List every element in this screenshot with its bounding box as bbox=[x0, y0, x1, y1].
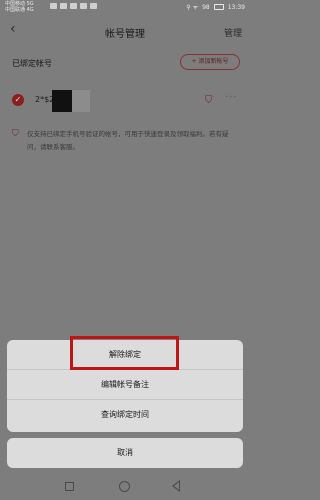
redaction-block bbox=[72, 90, 90, 112]
home-icon[interactable] bbox=[119, 481, 130, 492]
status-icons bbox=[50, 3, 97, 9]
shield-icon[interactable]: ⛉ bbox=[205, 95, 215, 107]
highlight-box bbox=[70, 336, 179, 370]
notification-icon bbox=[70, 3, 77, 9]
signal-icon: ⚲ ᯤ bbox=[186, 4, 199, 11]
system-nav-bar bbox=[0, 475, 250, 500]
account-row[interactable]: ✓ 2*$2 ⛉ ··· bbox=[0, 88, 250, 114]
notification-icon bbox=[90, 3, 97, 9]
recent-apps-icon[interactable] bbox=[65, 482, 74, 491]
more-icon[interactable]: ··· bbox=[225, 92, 238, 103]
query-bind-time-button[interactable]: 查询绑定时间 bbox=[7, 400, 243, 430]
notification-icon bbox=[80, 3, 87, 9]
page-title: 帐号管理 bbox=[105, 29, 145, 40]
status-bar: 中国移动 5G 中国联通 4G ⚲ ᯤ 98 13:39 bbox=[0, 0, 250, 14]
carrier-line-2: 中国联通 4G bbox=[5, 7, 34, 13]
battery-percent: 98 bbox=[202, 3, 210, 11]
back-triangle-icon[interactable] bbox=[172, 480, 180, 492]
notification-icon bbox=[60, 3, 67, 9]
shield-icon: ⛉ bbox=[12, 129, 19, 139]
carrier-info: 中国移动 5G 中国联通 4G bbox=[5, 1, 34, 13]
check-icon: ✓ bbox=[12, 94, 24, 106]
clock: 13:39 bbox=[227, 3, 245, 11]
add-account-button[interactable]: + 添加新帐号 bbox=[180, 54, 240, 70]
status-right: ⚲ ᯤ 98 13:39 bbox=[186, 3, 245, 12]
cancel-button[interactable]: 取消 bbox=[7, 438, 243, 468]
section-title: 已绑定帐号 bbox=[12, 59, 52, 68]
notification-icon bbox=[50, 3, 57, 9]
manage-button[interactable]: 管理 bbox=[224, 26, 242, 39]
redaction-block bbox=[52, 90, 72, 112]
nav-bar: ‹ 帐号管理 管理 bbox=[0, 16, 250, 44]
edit-remark-button[interactable]: 编辑帐号备注 bbox=[7, 370, 243, 400]
notice-text: 仅支持已绑定手机号验证的帐号，可用于快速登录及领取福利。若有疑问，请联系客服。 bbox=[27, 130, 229, 151]
battery-icon bbox=[213, 4, 224, 10]
